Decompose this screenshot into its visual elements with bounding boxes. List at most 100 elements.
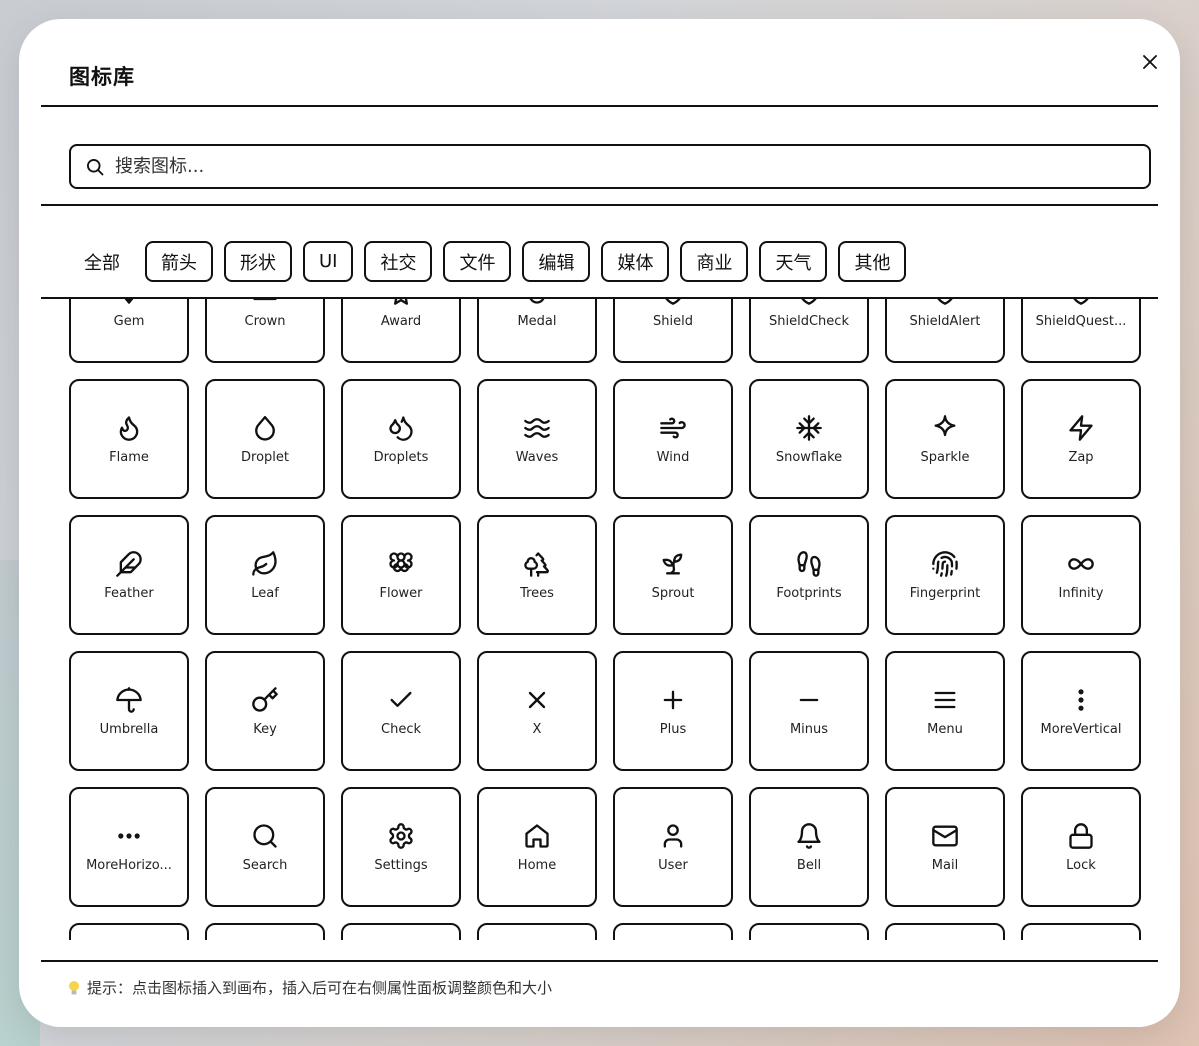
icon-tile[interactable]: Feather [69, 515, 189, 635]
icon-tile[interactable]: Flame [69, 379, 189, 499]
icon-tile[interactable] [69, 923, 189, 940]
close-button[interactable] [1137, 49, 1163, 75]
icon-tile-label: Shield [653, 313, 693, 329]
icon-tile[interactable] [613, 923, 733, 940]
icon-tile-label: Sparkle [920, 449, 970, 465]
icon-tile[interactable]: Settings [341, 787, 461, 907]
sparkle-icon [934, 414, 956, 436]
umbrella-icon [116, 686, 142, 713]
infinity-icon [1068, 557, 1094, 570]
icon-tile[interactable] [749, 923, 869, 940]
gem-icon [124, 299, 134, 304]
icon-tile[interactable] [205, 923, 325, 940]
shield-check-icon [801, 299, 817, 305]
icon-tile-label: Search [242, 857, 288, 873]
icon-tile[interactable]: Shield [613, 299, 733, 363]
icon-tile-label: Waves [515, 449, 559, 465]
category-media[interactable]: 媒体 [601, 241, 670, 282]
header-divider [41, 105, 1158, 107]
icon-tile[interactable]: Menu [885, 651, 1005, 771]
search-box[interactable] [69, 144, 1151, 189]
category-weather[interactable]: 天气 [759, 241, 828, 282]
flower-icon [389, 551, 413, 572]
category-edit[interactable]: 编辑 [522, 241, 591, 282]
icon-tile[interactable]: Sparkle [885, 379, 1005, 499]
icon-tile[interactable]: Award [341, 299, 461, 363]
icon-tile-label: Mail [931, 857, 959, 873]
icon-tile[interactable]: Footprints [749, 515, 869, 635]
icon-tile[interactable]: Waves [477, 379, 597, 499]
icon-tile[interactable] [341, 923, 461, 940]
category-social[interactable]: 社交 [364, 241, 433, 282]
search-input[interactable] [115, 156, 1015, 177]
icon-tile[interactable]: Key [205, 651, 325, 771]
category-other[interactable]: 其他 [838, 241, 907, 282]
lightbulb-icon [67, 980, 81, 996]
icon-tile[interactable]: Gem [69, 299, 189, 363]
icon-tile[interactable]: Zap [1021, 379, 1141, 499]
menu-icon [934, 691, 956, 708]
icon-tile[interactable]: Crown [205, 299, 325, 363]
mail-icon [932, 825, 958, 846]
icon-tile[interactable]: ShieldAlert [885, 299, 1005, 363]
icon-tile-label: Infinity [1058, 585, 1104, 601]
icon-tile[interactable]: Snowflake [749, 379, 869, 499]
icon-tile[interactable]: Home [477, 787, 597, 907]
category-arrows[interactable]: 箭头 [145, 241, 213, 282]
icon-tile-label: MoreVertical [1040, 721, 1122, 737]
category-file[interactable]: 文件 [443, 241, 512, 282]
icon-tile[interactable]: Infinity [1021, 515, 1141, 635]
icon-tile[interactable]: Plus [613, 651, 733, 771]
flame-icon [119, 415, 139, 441]
icon-tile[interactable]: Droplet [205, 379, 325, 499]
icon-tile-label: Droplet [241, 449, 289, 465]
droplets-icon [389, 415, 413, 441]
icon-grid-scroll[interactable]: Gem Crown Award Medal Shield ShieldCheck Shiel… [41, 299, 1158, 940]
icon-tile[interactable]: ShieldQuest... [1021, 299, 1141, 363]
category-business[interactable]: 商业 [680, 241, 749, 282]
icon-tile[interactable]: Fingerprint [885, 515, 1005, 635]
icon-tile[interactable]: MoreHorizo... [69, 787, 189, 907]
icon-tile-label: X [532, 721, 542, 737]
footer-divider [41, 960, 1158, 962]
icon-tile[interactable]: Flower [341, 515, 461, 635]
icon-tile[interactable] [1021, 923, 1141, 940]
icon-tile[interactable] [885, 923, 1005, 940]
icon-tile[interactable]: Trees [477, 515, 597, 635]
icon-tile-label: Footprints [776, 585, 842, 601]
icon-tile[interactable]: Bell [749, 787, 869, 907]
plus-icon [663, 690, 683, 709]
settings-icon [389, 822, 413, 849]
snowflake-icon [796, 414, 822, 441]
icon-tile[interactable]: Umbrella [69, 651, 189, 771]
category-all[interactable]: 全部 [69, 249, 135, 275]
icon-tile[interactable]: Search [205, 787, 325, 907]
user-icon [663, 823, 683, 848]
trees-icon [524, 551, 549, 577]
icon-tile[interactable]: Sprout [613, 515, 733, 635]
crown-icon [253, 299, 277, 300]
shield-icon [665, 299, 681, 305]
icon-tile-label: Menu [927, 721, 963, 737]
icon-tile[interactable]: Mail [885, 787, 1005, 907]
icon-tile[interactable]: Check [341, 651, 461, 771]
category-ui[interactable]: UI [303, 241, 354, 282]
icon-tile-label: Settings [374, 857, 428, 873]
icon-tile[interactable]: Lock [1021, 787, 1141, 907]
icon-tile[interactable]: Minus [749, 651, 869, 771]
minus-icon [799, 698, 819, 701]
icon-tile[interactable]: Leaf [205, 515, 325, 635]
icon-tile-label: Bell [796, 857, 822, 873]
icon-tile[interactable]: Wind [613, 379, 733, 499]
icon-tile[interactable]: ShieldCheck [749, 299, 869, 363]
x-icon [528, 691, 546, 708]
check-icon [390, 691, 412, 707]
icon-tile[interactable] [477, 923, 597, 940]
icon-tile[interactable]: Medal [477, 299, 597, 363]
category-shapes[interactable]: 形状 [224, 241, 292, 282]
icon-tile-label: Plus [659, 721, 687, 737]
icon-tile[interactable]: MoreVertical [1021, 651, 1141, 771]
icon-tile[interactable]: Droplets [341, 379, 461, 499]
icon-tile[interactable]: User [613, 787, 733, 907]
icon-tile[interactable]: X [477, 651, 597, 771]
